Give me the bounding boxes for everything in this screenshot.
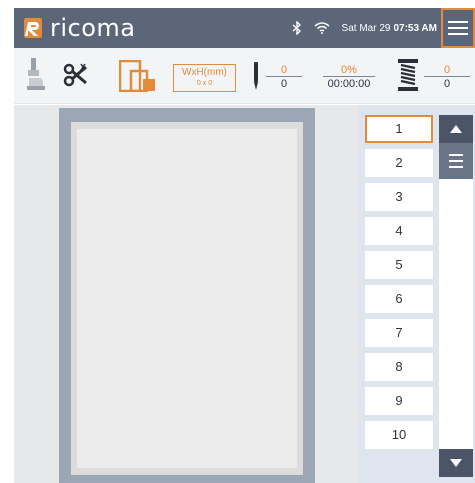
- list-item[interactable]: 8: [365, 353, 433, 381]
- design-canvas[interactable]: [14, 105, 359, 483]
- scroll-down-button[interactable]: [439, 449, 473, 477]
- hoop-inner-frame: [71, 122, 303, 475]
- design-size-box[interactable]: WxH(mm) 0 x 0: [173, 64, 236, 92]
- stitch-current: 0: [266, 64, 302, 77]
- presser-foot-icon[interactable]: [26, 58, 46, 92]
- thread-trim-icon[interactable]: [63, 62, 89, 88]
- grip-line: [449, 154, 463, 156]
- scroll-up-button[interactable]: [439, 115, 473, 143]
- time-label: 07:53 AM: [393, 22, 437, 34]
- progress-percent: 0%: [323, 64, 375, 77]
- top-bar: ricoma Sat Mar 29 07:53 AM: [14, 8, 475, 48]
- needle-icon: [254, 62, 258, 90]
- stitch-total: 0: [280, 78, 288, 90]
- triangle-up-icon: [450, 125, 462, 133]
- ricoma-logo: ricoma: [24, 14, 136, 42]
- bobbin-counter: 0 0: [424, 64, 470, 91]
- brand-name: ricoma: [50, 14, 136, 42]
- list-item[interactable]: 3: [365, 183, 433, 211]
- hoop-frame: [59, 108, 315, 483]
- elapsed-time: 00:00:00: [327, 78, 371, 90]
- toolbar: WxH(mm) 0 x 0 0 0 0% 00:00:00 0 0: [14, 48, 475, 104]
- menu-icon-line: [448, 21, 468, 23]
- date-label: Sat Mar 29: [341, 22, 391, 34]
- bluetooth-icon: [292, 21, 302, 35]
- size-value: 0 x 0: [196, 80, 213, 87]
- design-list: 1 2 3 4 5 6 7 8 9 10: [365, 115, 433, 455]
- grip-line: [449, 166, 463, 168]
- hoop-sewing-field: [77, 129, 297, 468]
- status-area: Sat Mar 29 07:53 AM: [292, 8, 437, 48]
- design-list-panel: 1 2 3 4 5 6 7 8 9 10: [359, 105, 475, 483]
- bobbin-icon: [398, 59, 418, 91]
- hoop-size-icon[interactable]: [119, 60, 157, 92]
- scroll-thumb[interactable]: [439, 143, 473, 179]
- stitch-counter: 0 0: [266, 64, 302, 91]
- list-item[interactable]: 4: [365, 217, 433, 245]
- list-item[interactable]: 2: [365, 149, 433, 177]
- list-scrollbar[interactable]: [439, 115, 473, 477]
- list-item[interactable]: 5: [365, 251, 433, 279]
- grip-line: [449, 160, 463, 162]
- ricoma-logo-icon: [24, 18, 42, 38]
- size-label: WxH(mm): [182, 67, 227, 78]
- list-item[interactable]: 10: [365, 421, 433, 449]
- menu-button[interactable]: [441, 8, 475, 48]
- progress-counter: 0% 00:00:00: [323, 64, 375, 91]
- wifi-icon: [314, 22, 330, 34]
- bobbin-current: 0: [424, 64, 470, 77]
- triangle-down-icon: [450, 459, 462, 467]
- menu-icon-line: [448, 33, 468, 35]
- list-item[interactable]: 1: [365, 115, 433, 143]
- list-item[interactable]: 6: [365, 285, 433, 313]
- menu-icon-line: [448, 27, 468, 29]
- list-item[interactable]: 7: [365, 319, 433, 347]
- list-item[interactable]: 9: [365, 387, 433, 415]
- bobbin-total: 0: [443, 78, 451, 90]
